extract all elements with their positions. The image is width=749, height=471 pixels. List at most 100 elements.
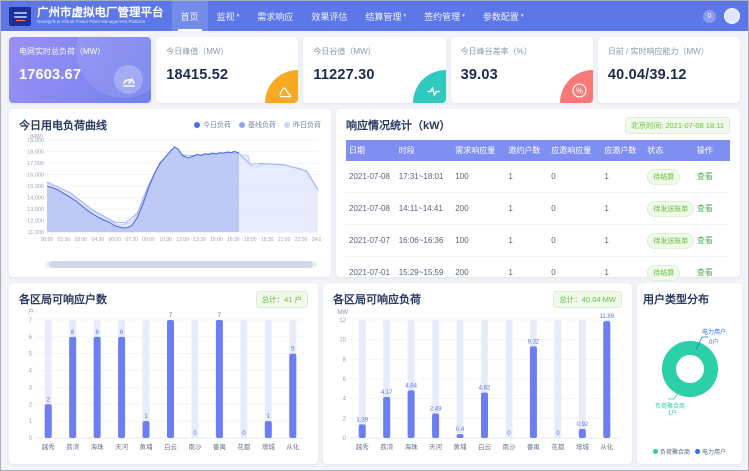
table-header-4: 应邀响应量 — [548, 140, 601, 161]
table-cell: 1 — [505, 161, 548, 193]
chart-text: 白云 — [164, 442, 178, 451]
nav-item-3[interactable]: 效果评估 — [302, 1, 356, 31]
chart-text: MW — [337, 310, 348, 316]
bar-番禺 — [216, 320, 223, 438]
bar-track — [265, 320, 272, 438]
legend-dot — [695, 449, 700, 454]
table-header-0: 日期 — [346, 140, 396, 161]
table-cell: 0 — [548, 225, 601, 257]
chart-text: 12 — [339, 318, 346, 324]
legend-item-负荷聚合商[interactable]: 负荷聚合商 — [653, 447, 690, 456]
main-nav: 首页监视▾需求响应效果评估结算管理▾签约管理▾参数配置▾ — [172, 1, 533, 31]
view-link[interactable]: 查看 — [697, 204, 713, 213]
chart-text: 南沙 — [502, 442, 516, 451]
response-stats-panel: 响应情况统计（kW） 北京时间: 2021-07-08 18:11 日期时段需求… — [336, 109, 740, 277]
notification-badge[interactable]: 0 — [703, 10, 716, 23]
bar-黄埔 — [143, 421, 150, 438]
chevron-down-icon: ▾ — [462, 13, 465, 19]
table-cell: 待发送账单 — [644, 193, 694, 225]
table-row: 2021-07-0716:06~16:36100101待发送账单查看 — [346, 225, 730, 257]
nav-item-5[interactable]: 签约管理▾ — [415, 1, 474, 31]
chart-text: 9.32 — [528, 339, 540, 345]
status-badge: 待结算 — [647, 265, 680, 281]
bar-黄埔 — [457, 434, 464, 438]
view-link[interactable]: 查看 — [697, 268, 713, 277]
legend-item-电力用户[interactable]: 电力用户 — [695, 447, 726, 456]
table-header-1: 时段 — [396, 140, 453, 161]
legend-label: 负荷聚合商 — [660, 447, 690, 456]
view-link[interactable]: 查看 — [697, 236, 713, 245]
legend-dot — [239, 122, 245, 128]
kpi-value: 40.04/39.12 — [608, 67, 730, 83]
legend-label: 今日负荷 — [203, 120, 231, 130]
table-cell: 查看 — [694, 161, 730, 193]
legend-item-今日负荷[interactable]: 今日负荷 — [194, 120, 231, 130]
chart-text: 16,000 — [27, 173, 44, 179]
response-stats-title: 响应情况统计（kW） — [346, 117, 451, 133]
table-cell: 1 — [601, 193, 644, 225]
chart-text: 19:30 — [261, 237, 274, 243]
legend-item-基线负荷[interactable]: 基线负荷 — [239, 120, 276, 130]
nav-item-1[interactable]: 监视▾ — [208, 1, 249, 31]
kpi-label: 今日峰值（MW） — [166, 46, 288, 57]
chart-text: 电力用户 — [702, 328, 726, 336]
user-avatar[interactable] — [724, 8, 740, 24]
view-link[interactable]: 查看 — [697, 172, 713, 181]
kpi-card-0: 电网实时总负荷（MW）17603.67 — [9, 37, 151, 103]
chart-text: 户 — [28, 308, 34, 316]
datazoom-thumb[interactable] — [49, 261, 313, 268]
table-header-7: 操作 — [694, 140, 730, 161]
kpi-card-1: 今日峰值（MW）18415.52 — [156, 37, 298, 103]
user-type-title: 用户类型分布 — [643, 291, 736, 307]
user-type-donut-chart: 电力用户0户负荷聚合商1户 — [643, 307, 736, 425]
beijing-time-badge: 北京时间: 2021-07-08 18:11 — [625, 117, 730, 134]
nav-item-2[interactable]: 需求响应 — [248, 1, 302, 31]
legend-label: 基线负荷 — [248, 120, 276, 130]
legend-item-昨日负荷[interactable]: 昨日负荷 — [284, 120, 321, 130]
nav-item-label: 结算管理 — [365, 10, 401, 23]
bar-番禺 — [530, 346, 537, 438]
chart-text: 越秀 — [356, 442, 370, 451]
chart-text: 24:00 — [312, 237, 321, 243]
table-row: 2021-07-0814:11~14:41200101待发送账单查看 — [346, 193, 730, 225]
chart-text: 01:30 — [58, 237, 71, 243]
district-load-chart: MW0246810121.39越秀4.17荔湾4.84海珠2.49天河0.4黄埔… — [333, 307, 622, 457]
user-type-panel: 用户类型分布 电力用户0户负荷聚合商1户 负荷聚合商电力用户 — [637, 283, 742, 464]
chart-text: 11,000 — [28, 230, 44, 236]
chart-text: 09:00 — [142, 237, 155, 243]
kpi-card-4: 日前 / 实时响应能力（MW）40.04/39.12 — [598, 37, 740, 103]
chart-datazoom-slider[interactable] — [45, 261, 317, 268]
table-cell: 100 — [452, 161, 505, 193]
table-cell: 2021-07-07 — [346, 225, 396, 257]
chevron-down-icon: ▾ — [237, 13, 240, 19]
table-header-6: 状态 — [644, 140, 694, 161]
table-header-2: 需求响应量 — [452, 140, 505, 161]
nav-item-6[interactable]: 参数配置▾ — [474, 1, 533, 31]
user-type-legend: 负荷聚合商电力用户 — [643, 447, 736, 456]
bar-白云 — [481, 393, 488, 438]
status-badge: 待发送账单 — [647, 233, 694, 249]
chart-text: 6 — [29, 335, 33, 341]
chart-text: 13,000 — [27, 207, 44, 213]
table-cell: 1 — [601, 225, 644, 257]
chart-text: 黄埔 — [454, 442, 468, 451]
nav-item-4[interactable]: 结算管理▾ — [356, 1, 415, 31]
table-cell: 1 — [601, 161, 644, 193]
chart-text: 7 — [169, 313, 173, 319]
chart-text: 增城 — [262, 442, 276, 451]
table-cell: 16:06~16:36 — [396, 225, 453, 257]
bar-天河 — [432, 414, 439, 438]
chart-text: 荔湾 — [66, 442, 80, 451]
gauge-icon — [114, 65, 143, 94]
chart-text: 4.17 — [381, 390, 393, 396]
chart-text: 7 — [29, 318, 33, 324]
nav-item-label: 需求响应 — [257, 10, 293, 23]
nav-item-label: 首页 — [181, 10, 199, 23]
chart-text: 番禺 — [527, 443, 540, 451]
chart-text: 海珠 — [405, 442, 419, 451]
nav-item-0[interactable]: 首页 — [172, 1, 208, 31]
table-row: 2021-07-0817:31~18:01100101待结算查看 — [346, 161, 730, 193]
chart-text: 21:00 — [278, 237, 291, 243]
bar-增城 — [579, 429, 586, 438]
load-curve-legend: 今日负荷 基线负荷昨日负荷 — [194, 120, 321, 130]
